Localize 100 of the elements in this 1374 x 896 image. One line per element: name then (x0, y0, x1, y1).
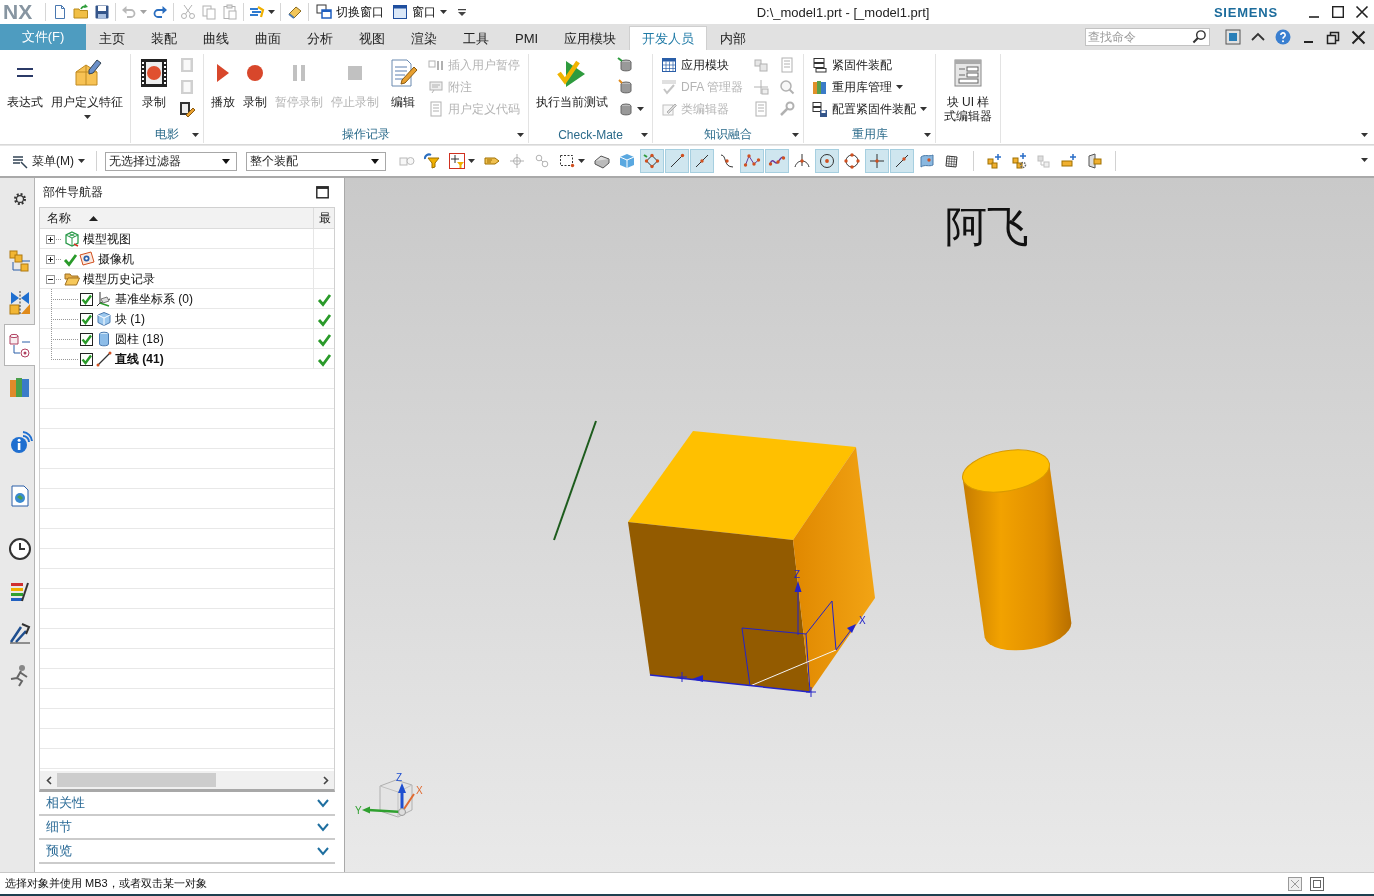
search-field[interactable]: 查找命令 (1085, 28, 1210, 46)
scroll-right-icon[interactable] (323, 775, 329, 785)
scroll-left-icon[interactable] (46, 775, 52, 785)
cubes-icon (753, 57, 769, 73)
arrow-lines-icon (8, 621, 32, 645)
ribbon-button[interactable]: 表达式 (3, 54, 47, 127)
axis-label: X (416, 785, 423, 796)
plus-box-icon[interactable] (46, 234, 55, 244)
view-triad (362, 779, 415, 818)
column-header[interactable]: 最 (319, 209, 331, 227)
assembly-tree-icon (8, 249, 32, 273)
undo-icon (121, 4, 138, 20)
ribbon-tab[interactable]: 视图 (346, 26, 398, 50)
window-icon (392, 4, 409, 20)
ribbon-tab[interactable]: 内部 (707, 26, 760, 50)
ribbon-button[interactable]: 紧固件装配 (810, 54, 929, 76)
settings-icon (11, 190, 29, 208)
tree-item[interactable]: 块 (1) (115, 310, 145, 328)
customize-icon (457, 8, 466, 16)
caret-icon[interactable] (1361, 133, 1368, 137)
minus-box-icon[interactable] (46, 274, 55, 284)
ribbon-tab[interactable]: 渲染 (398, 26, 450, 50)
plus-box-icon[interactable] (46, 254, 55, 264)
ribbon-button[interactable]: 录制 (239, 54, 271, 126)
section-header[interactable]: 预览 (39, 840, 335, 864)
film-icon (179, 79, 195, 95)
caret-icon[interactable] (924, 132, 931, 137)
column-header[interactable]: 名称 (47, 209, 71, 227)
caret-icon[interactable] (517, 132, 524, 137)
ribbon-button[interactable]: 编辑 (383, 54, 423, 126)
page-icon (753, 101, 769, 117)
window-menu-button[interactable]: 切换窗口 (312, 1, 389, 23)
ribbon-button[interactable]: 录制 (134, 54, 174, 126)
tree-item[interactable]: 直线 (41) (115, 350, 164, 368)
menu-button[interactable]: 菜单(M) (9, 149, 88, 173)
caret-icon (371, 158, 379, 164)
brand-logo: SIEMENS (1213, 4, 1278, 20)
grid-window-icon (661, 57, 677, 73)
checkbox[interactable] (80, 332, 93, 346)
maximize-icon[interactable] (316, 186, 329, 199)
note-icon (428, 79, 444, 95)
ribbon-button[interactable]: 执行当前测试 (532, 54, 612, 127)
tree-item[interactable]: 基准坐标系 (0) (115, 290, 193, 308)
film-icon (179, 57, 195, 73)
axis-label: X (859, 615, 866, 626)
toolbar-button[interactable] (815, 149, 839, 173)
tree-item[interactable]: 模型视图 (83, 230, 131, 248)
ribbon-tab[interactable]: 装配 (138, 26, 190, 50)
caret-icon[interactable] (641, 132, 648, 137)
checkbox[interactable] (80, 312, 93, 326)
filter-dropdown[interactable]: 整个装配 (246, 151, 386, 171)
line-point-icon (894, 153, 910, 169)
ribbon-tab[interactable]: 工具 (450, 26, 502, 50)
checkbox[interactable] (80, 292, 93, 306)
tree-item[interactable]: 摄像机 (98, 250, 134, 268)
status-message: 选择对象并使用 MB3，或者双击某一对象 (5, 876, 207, 891)
record-icon (247, 65, 263, 81)
caret-icon[interactable] (1361, 158, 1368, 162)
page-icon (779, 57, 795, 73)
panel-title: 部件导航器 (43, 184, 103, 201)
fullscreen-icon[interactable] (1310, 876, 1324, 891)
ribbon-button[interactable]: 播放 (207, 54, 239, 126)
ribbon-button[interactable]: 块 UI 样式编辑器 (939, 54, 997, 127)
blocks-icon (1036, 153, 1052, 169)
caret-icon[interactable] (792, 132, 799, 137)
form-window-icon (952, 57, 984, 89)
fullscreen-icon (1225, 29, 1241, 45)
window-menu-button[interactable]: 窗口 (388, 1, 452, 23)
caret-icon[interactable] (192, 132, 199, 137)
curve-point-icon (719, 153, 735, 169)
ribbon-tab[interactable]: 开发人员 (629, 26, 708, 50)
circle-quadrants-icon (844, 153, 860, 169)
stacked-blocks-icon (812, 57, 828, 73)
crossed-box-icon[interactable] (1288, 876, 1302, 891)
ribbon-tab[interactable]: PMI (502, 26, 552, 50)
ribbon-tab[interactable]: 分析 (294, 26, 346, 50)
blocks-gear-icon (1011, 153, 1027, 169)
ribbon-tab[interactable]: 曲面 (242, 26, 294, 50)
caret-icon (78, 159, 85, 163)
chevron-up-icon (1251, 33, 1265, 41)
checkbox[interactable] (80, 352, 93, 366)
ribbon-button[interactable]: 配置紧固件装配 (810, 98, 929, 120)
section-header[interactable]: 细节 (39, 816, 335, 840)
tree-item[interactable]: 模型历史记录 (83, 270, 155, 288)
tree-item[interactable]: 圆柱 (18) (115, 330, 164, 348)
ribbon-button[interactable]: 用户定义特征 (47, 54, 127, 127)
section-header[interactable]: 相关性 (39, 792, 335, 816)
wireframe-cube-icon (64, 231, 80, 247)
cylinder-icon (96, 331, 112, 347)
caret-icon (222, 158, 230, 164)
ribbon-button[interactable]: 应用模块 (659, 54, 745, 76)
filter-dropdown[interactable]: 无选择过滤器 (105, 151, 237, 171)
ribbon-tab[interactable]: 曲线 (190, 26, 242, 50)
minimize-icon (1303, 40, 1313, 43)
ribbon-tab[interactable]: 主页 (86, 26, 138, 50)
scrollbar-thumb[interactable] (57, 773, 216, 787)
drum-icon (617, 57, 633, 73)
ribbon-tab[interactable]: 应用模块 (551, 26, 630, 50)
block-door-icon (1086, 153, 1102, 169)
ribbon-button[interactable]: 重用库管理 (810, 76, 929, 98)
